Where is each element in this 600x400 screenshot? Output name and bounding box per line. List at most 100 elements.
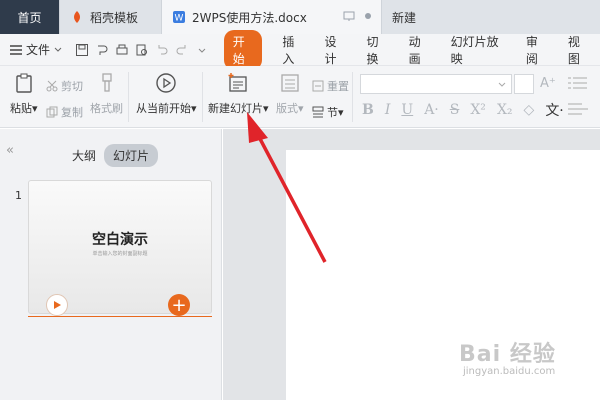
- list-icon-2[interactable]: [568, 102, 588, 116]
- thumb-title: 空白演示: [92, 232, 148, 248]
- file-menu[interactable]: 文件: [0, 41, 71, 58]
- menu-tab-view-label: 视图: [567, 34, 580, 66]
- paste-button[interactable]: 粘贴▾: [10, 72, 38, 116]
- slide-panel: « 大纲 幻灯片 1 空白演示 单击输入您的封面副标题 +: [0, 129, 222, 400]
- add-slide-button[interactable]: +: [168, 294, 190, 316]
- menu-tab-insert-label: 插入: [282, 34, 295, 66]
- menu-tab-start-label: 开始: [223, 29, 263, 70]
- slide-number: 1: [15, 189, 22, 202]
- watermark-main: Bai 经验: [459, 342, 556, 367]
- save-icon[interactable]: [75, 43, 89, 57]
- italic-button[interactable]: I: [385, 102, 391, 118]
- menu-tab-review-label: 审阅: [525, 34, 538, 66]
- copy-icon: [46, 106, 58, 118]
- wps-doc-icon: W: [173, 11, 185, 24]
- clear-format-button[interactable]: ◇: [524, 102, 535, 118]
- dot-icon[interactable]: [365, 13, 371, 19]
- tab-daoke-template[interactable]: 稻壳模板: [60, 0, 162, 34]
- menu-tab-animation-label: 动画: [408, 34, 421, 66]
- svg-text:W: W: [175, 14, 184, 24]
- menu-tab-insert[interactable]: 插入: [272, 34, 314, 66]
- quick-access-toolbar: [71, 43, 214, 57]
- copy-button[interactable]: 复制: [46, 104, 83, 120]
- text-effects-button[interactable]: 文·: [545, 100, 563, 120]
- layout-button[interactable]: 版式▾: [276, 72, 304, 116]
- undo-history-icon[interactable]: [95, 43, 109, 57]
- play-slide-button[interactable]: [46, 294, 68, 316]
- menu-tab-design[interactable]: 设计: [314, 34, 356, 66]
- subscript-button[interactable]: X₂: [497, 102, 513, 118]
- tab-home[interactable]: 首页: [0, 0, 60, 34]
- font-size-select[interactable]: [514, 74, 534, 94]
- menu-tab-design-label: 设计: [324, 34, 337, 66]
- menu-row: 文件 开始 插入 设计 切换 动画 幻灯片放映 审阅 视图: [0, 29, 600, 70]
- menu-tab-slideshow-label: 幻灯片放映: [450, 34, 499, 66]
- reset-label: 重置: [327, 80, 349, 93]
- scissors-icon: [46, 80, 58, 92]
- font-family-select[interactable]: [360, 74, 512, 94]
- menu-tab-start[interactable]: 开始: [214, 29, 273, 70]
- more-chevron-icon[interactable]: [195, 43, 209, 57]
- section-label: 节▾: [327, 106, 344, 119]
- ribbon-toolbar: 粘贴▾ 剪切 复制 格式刷 从当前开始▾ 新建幻灯片▾ 版式▾ 重置 节▾ A⁺…: [0, 66, 600, 128]
- chevron-down-icon: [498, 82, 506, 87]
- undo-icon[interactable]: [155, 43, 169, 57]
- strikethrough-button[interactable]: S: [450, 102, 460, 118]
- daoke-logo-icon: [74, 11, 80, 23]
- redo-icon[interactable]: [175, 43, 189, 57]
- tab-document[interactable]: W 2WPS使用方法.docx: [162, 0, 382, 34]
- underline-button[interactable]: U: [401, 102, 413, 118]
- print-icon[interactable]: [115, 43, 129, 57]
- paste-label: 粘贴▾: [10, 102, 38, 115]
- layout-icon: [281, 74, 299, 92]
- menu-tab-slideshow[interactable]: 幻灯片放映: [441, 34, 516, 66]
- print-preview-icon[interactable]: [135, 43, 149, 57]
- copy-label: 复制: [61, 106, 83, 119]
- section-icon: [312, 106, 324, 118]
- from-current-label: 从当前开始▾: [136, 102, 197, 115]
- tab-bar-empty: [452, 0, 600, 34]
- thumb-subtitle: 单击输入您的封面副标题: [92, 251, 148, 257]
- tab-outline[interactable]: 大纲: [72, 147, 96, 164]
- new-slide-button[interactable]: 新建幻灯片▾: [208, 72, 269, 116]
- tab-bar: 首页 稻壳模板 W 2WPS使用方法.docx 新建: [0, 0, 600, 34]
- tab-new[interactable]: 新建: [382, 0, 452, 34]
- brush-icon: [101, 73, 112, 92]
- menu-tab-review[interactable]: 审阅: [516, 34, 558, 66]
- menu-tab-transition[interactable]: 切换: [357, 34, 399, 66]
- ribbon-divider: [202, 72, 203, 122]
- cut-label: 剪切: [61, 80, 83, 93]
- play-circle-icon: [156, 73, 176, 93]
- layout-label: 版式▾: [276, 102, 304, 115]
- font-color-button[interactable]: A·: [424, 102, 439, 118]
- format-painter-button[interactable]: 格式刷: [90, 72, 123, 116]
- menu-tab-view[interactable]: 视图: [558, 34, 600, 66]
- menu-tab-animation[interactable]: 动画: [399, 34, 441, 66]
- from-current-button[interactable]: 从当前开始▾: [136, 72, 197, 116]
- tab-slides[interactable]: 幻灯片: [104, 144, 159, 167]
- baidu-watermark: Bai 经验 jingyan.baidu.com: [455, 332, 595, 392]
- tab-doc-controls: [343, 10, 371, 22]
- collapse-panel-icon[interactable]: «: [6, 143, 14, 158]
- grow-font-button[interactable]: A⁺: [540, 76, 556, 91]
- reset-icon: [312, 80, 324, 92]
- superscript-button[interactable]: X²: [470, 102, 486, 118]
- ribbon-divider: [128, 72, 129, 122]
- reset-button[interactable]: 重置: [312, 78, 349, 94]
- cut-button[interactable]: 剪切: [46, 78, 83, 94]
- new-slide-label: 新建幻灯片▾: [208, 102, 269, 115]
- format-painter-label: 格式刷: [90, 102, 123, 115]
- tab-document-label: 2WPS使用方法.docx: [192, 10, 307, 25]
- tab-daoke-label: 稻壳模板: [90, 10, 139, 25]
- monitor-icon[interactable]: [343, 10, 355, 22]
- section-button[interactable]: 节▾: [312, 104, 344, 120]
- ribbon-divider: [352, 72, 353, 122]
- list-icon-1[interactable]: [568, 76, 588, 90]
- bold-button[interactable]: B: [362, 102, 374, 118]
- tab-home-label: 首页: [17, 10, 42, 25]
- ribbon-tabs: 开始 插入 设计 切换 动画 幻灯片放映 审阅 视图: [214, 29, 600, 70]
- new-slide-icon: [228, 73, 247, 92]
- file-menu-label: 文件: [26, 43, 51, 57]
- plus-icon: +: [171, 294, 187, 316]
- hamburger-icon: [10, 44, 22, 55]
